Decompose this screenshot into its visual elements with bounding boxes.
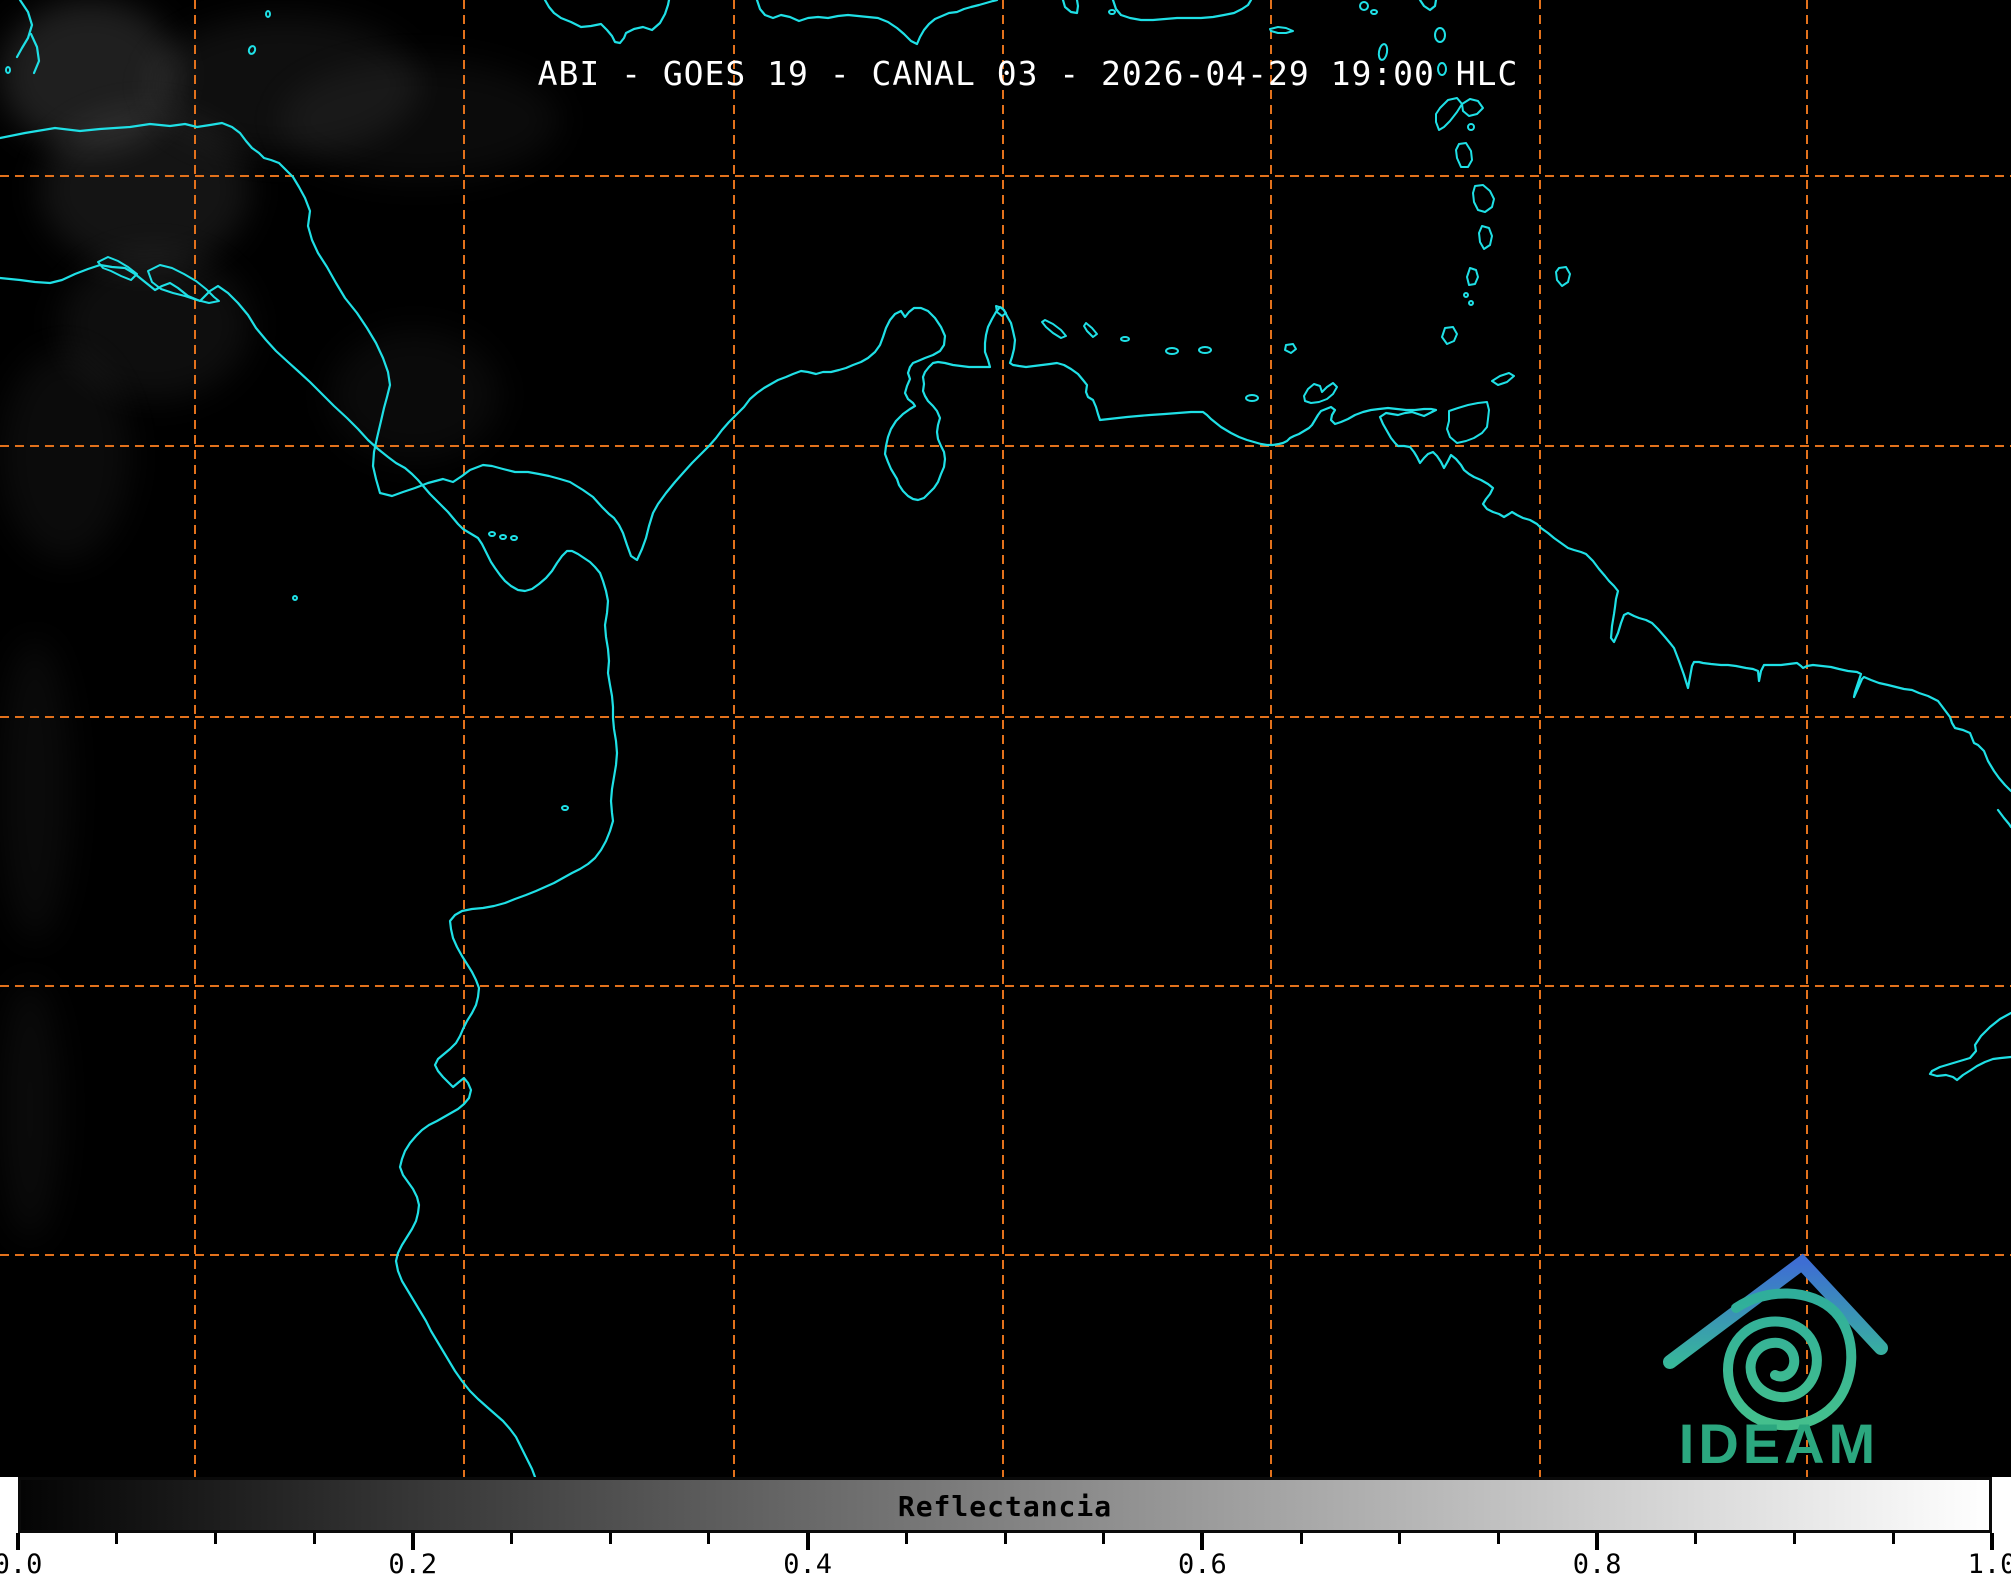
colorbar-tick-label: 0.8 (1573, 1549, 1622, 1577)
colorbar-minor-tick (1892, 1533, 1895, 1544)
colorbar-minor-tick (115, 1533, 118, 1544)
ideam-logo: IDEAM (0, 0, 2011, 1477)
colorbar-tick-label: 1.0 (1968, 1549, 2011, 1577)
colorbar-minor-tick (1300, 1533, 1303, 1544)
colorbar-minor-tick (1004, 1533, 1007, 1544)
colorbar-minor-tick (1497, 1533, 1500, 1544)
colorbar-tick-label: 0.0 (0, 1549, 42, 1577)
satellite-map: ABI - GOES 19 - CANAL 03 - 2026-04-29 19… (0, 0, 2011, 1477)
colorbar-minor-tick (609, 1533, 612, 1544)
colorbar-minor-tick (1793, 1533, 1796, 1544)
satellite-figure: ABI - GOES 19 - CANAL 03 - 2026-04-29 19… (0, 0, 2011, 1577)
colorbar-major-tick (16, 1533, 20, 1550)
colorbar-minor-tick (1102, 1533, 1105, 1544)
logo-text: IDEAM (1679, 1412, 1879, 1475)
colorbar-major-tick (411, 1533, 415, 1550)
colorbar-tick-label: 0.6 (1178, 1549, 1227, 1577)
colorbar-minor-tick (1694, 1533, 1697, 1544)
colorbar-major-tick (806, 1533, 810, 1550)
colorbar-minor-tick (510, 1533, 513, 1544)
colorbar-minor-tick (313, 1533, 316, 1544)
colorbar-major-tick (1990, 1533, 1994, 1550)
colorbar-minor-tick (1398, 1533, 1401, 1544)
colorbar-tick-label: 0.2 (388, 1549, 437, 1577)
colorbar-minor-tick (905, 1533, 908, 1544)
colorbar-minor-tick (214, 1533, 217, 1544)
colorbar-area: Reflectancia 0.0 0.2 0.4 0.6 0.8 1.0 (0, 1477, 2011, 1577)
colorbar-minor-tick (707, 1533, 710, 1544)
colorbar-major-tick (1595, 1533, 1599, 1550)
colorbar-title: Reflectancia (21, 1480, 1989, 1536)
colorbar-gradient: Reflectancia (18, 1477, 1992, 1533)
colorbar-tick-label: 0.4 (783, 1549, 832, 1577)
colorbar-major-tick (1200, 1533, 1204, 1550)
